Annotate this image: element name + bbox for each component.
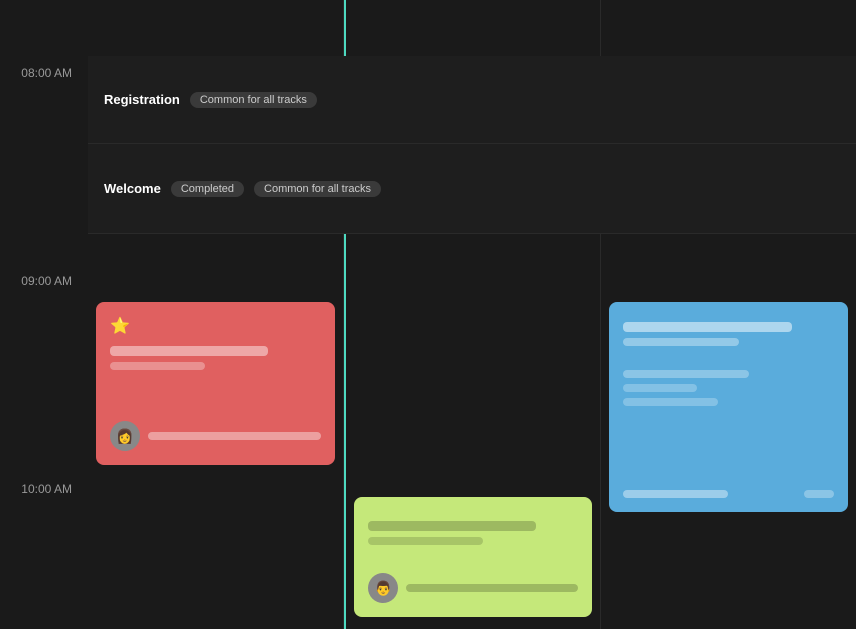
extra-bar-1 [623, 370, 750, 378]
card-title-bar [368, 521, 535, 531]
card-subtitle-bar [623, 338, 739, 346]
card-tag-bar [804, 490, 834, 498]
extra-bar-2 [623, 384, 697, 392]
time-label-10am: 10:00 AM [0, 482, 80, 496]
session-card-green[interactable]: 👨 [354, 497, 591, 617]
session-card-blue[interactable] [609, 302, 848, 512]
avatar-image: 👩 [110, 421, 140, 451]
card-title-bar [623, 322, 792, 332]
time-label-8am: 08:00 AM [0, 66, 80, 80]
card-content [368, 511, 577, 545]
star-icon: ⭐ [110, 316, 130, 336]
card-content [623, 316, 834, 406]
avatar: 👨 [368, 573, 398, 603]
avatar: 👩 [110, 421, 140, 451]
card-bottom: 👨 [368, 573, 577, 603]
speaker-name-bar [148, 432, 321, 440]
speaker-name-bar [406, 584, 577, 592]
session-card-red[interactable]: ⭐ 👩 [96, 302, 335, 465]
track-column-2 [601, 0, 856, 629]
card-subtitle-bar [110, 362, 205, 370]
track-column-0: ⭐ 👩 [88, 0, 344, 629]
avatar-image: 👨 [368, 573, 398, 603]
time-column: 08:00 AM 09:00 AM 10:00 AM [0, 0, 88, 629]
card-content [110, 316, 321, 370]
card-footer [623, 490, 834, 498]
card-subtitle-bar [368, 537, 483, 545]
schedule-grid: 08:00 AM 09:00 AM 10:00 AM ⭐ 👩 [0, 0, 856, 629]
card-title-bar [110, 346, 268, 356]
teal-accent-line [344, 0, 346, 629]
extra-bar-3 [623, 398, 718, 406]
card-bottom: 👩 [110, 421, 321, 451]
speaker-name-bar [623, 490, 729, 498]
track-columns-area: ⭐ 👩 [88, 0, 856, 629]
track-column-1: 👨 [344, 0, 600, 629]
time-label-9am: 09:00 AM [0, 274, 80, 288]
